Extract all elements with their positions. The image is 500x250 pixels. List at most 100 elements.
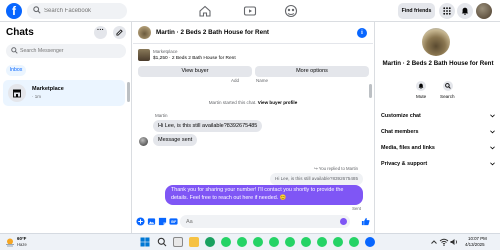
- svg-text:GIF: GIF: [171, 220, 176, 224]
- task-view-icon[interactable]: [173, 237, 183, 247]
- video-icon[interactable]: [243, 4, 257, 18]
- chevron-down-icon: [490, 162, 495, 166]
- mute-label: Mute: [416, 94, 427, 99]
- row-label: Customize chat: [381, 113, 421, 119]
- row-label: Chat members: [381, 129, 419, 135]
- search-label: Search: [440, 94, 455, 99]
- bell-icon: [461, 7, 469, 15]
- emoji-icon[interactable]: [340, 218, 347, 225]
- home-icon[interactable]: [198, 4, 212, 18]
- chevron-down-icon: [490, 146, 495, 150]
- taskbar-search-icon[interactable]: [157, 237, 167, 247]
- reply-indicator-text: You replied to Martin: [318, 166, 358, 171]
- chat-list-item[interactable]: Marketplace · 1m: [3, 80, 125, 106]
- whatsapp-icon[interactable]: [285, 237, 295, 247]
- view-buyer-profile-link[interactable]: View buyer profile: [258, 100, 297, 105]
- system-message-text: Martin started this chat.: [208, 100, 257, 105]
- volume-icon[interactable]: [449, 237, 459, 247]
- gif-icon[interactable]: GIF: [169, 217, 178, 226]
- conversation-avatar[interactable]: [138, 26, 151, 39]
- facebook-taskbar-icon[interactable]: [365, 237, 375, 247]
- menu-button[interactable]: [439, 3, 455, 19]
- weather-condition[interactable]: Haze: [17, 242, 27, 247]
- chat-members-row[interactable]: Chat members: [381, 126, 497, 138]
- chats-more-button[interactable]: ···: [94, 26, 107, 39]
- info-panel-title: Martin · 2 Beds 2 Bath House for Rent: [382, 60, 494, 67]
- mute-button[interactable]: [416, 81, 426, 91]
- chat-info-panel: Martin · 2 Beds 2 Bath House for Rent Mu…: [374, 22, 500, 233]
- grid-menu-icon: [443, 7, 451, 15]
- messenger-search-input[interactable]: [20, 45, 120, 57]
- search-in-chat-button[interactable]: [443, 81, 453, 91]
- view-buyer-button[interactable]: View buyer: [138, 66, 252, 77]
- partially-hidden-labels: Add Name: [133, 78, 373, 86]
- whatsapp-icon[interactable]: [317, 237, 327, 247]
- listing-thumbnail[interactable]: [138, 49, 150, 61]
- incoming-message[interactable]: Message sent: [153, 134, 198, 146]
- messenger-search[interactable]: [6, 44, 126, 58]
- conversation-panel: Martin · 2 Beds 2 Bath House for Rent i …: [133, 22, 373, 233]
- chat-item-time: · 1m: [32, 94, 41, 99]
- marketplace-avatar: [8, 84, 26, 102]
- listing-source: Marketplace: [153, 49, 178, 54]
- wifi-icon[interactable]: [439, 237, 449, 247]
- marketplace-shop-icon: [13, 89, 21, 98]
- info-icon[interactable]: i: [357, 28, 367, 38]
- name-label: Name: [256, 78, 269, 83]
- new-message-button[interactable]: [113, 26, 126, 39]
- whatsapp-icon[interactable]: [253, 237, 263, 247]
- windows-start-icon[interactable]: [140, 237, 150, 247]
- facebook-search-input[interactable]: [44, 4, 124, 18]
- conversation-title[interactable]: Martin · 2 Beds 2 Bath House for Rent: [156, 29, 269, 36]
- notifications-button[interactable]: [457, 3, 473, 19]
- clock-time[interactable]: 10:07 PM: [468, 236, 487, 241]
- facebook-logo[interactable]: f: [6, 3, 22, 19]
- sticker-icon[interactable]: [158, 217, 167, 226]
- listing-description[interactable]: $1,250 · 2 Beds 2 Bath House for Rent: [153, 56, 236, 61]
- whatsapp-icon[interactable]: [237, 237, 247, 247]
- thumbs-up-icon[interactable]: [361, 217, 370, 226]
- plus-circle-icon[interactable]: [136, 217, 145, 226]
- whatsapp-icon[interactable]: [221, 237, 231, 247]
- whatsapp-icon[interactable]: [333, 237, 343, 247]
- find-friends-button[interactable]: Find friends: [398, 3, 435, 19]
- chevron-up-icon[interactable]: [429, 237, 439, 247]
- compose-icon: [116, 29, 123, 36]
- sender-avatar[interactable]: [139, 137, 148, 146]
- quoted-message[interactable]: Hi Lee, is this still available?83926754…: [270, 173, 363, 185]
- thread-scrollbar[interactable]: [369, 84, 372, 98]
- chevron-down-icon: [490, 114, 495, 118]
- media-files-links-row[interactable]: Media, files and links: [381, 142, 497, 154]
- whatsapp-icon[interactable]: [269, 237, 279, 247]
- groups-icon[interactable]: [284, 4, 298, 18]
- more-options-button[interactable]: More options: [255, 66, 369, 77]
- listing-photo[interactable]: [422, 28, 450, 56]
- inbox-filter-tab[interactable]: Inbox: [6, 65, 26, 76]
- facebook-search[interactable]: [27, 3, 127, 19]
- weather-temperature[interactable]: 60°F: [17, 236, 26, 241]
- weather-haze-icon[interactable]: [5, 237, 15, 247]
- reply-arrow-icon: ↪: [314, 166, 318, 171]
- chevron-down-icon: [490, 130, 495, 134]
- whatsapp-icon[interactable]: [301, 237, 311, 247]
- message-input[interactable]: [180, 215, 350, 228]
- sidebar-scrollbar[interactable]: [127, 82, 130, 102]
- outgoing-message[interactable]: Thank you for sharing your number! I'll …: [165, 185, 363, 205]
- incoming-message[interactable]: Hi Lee, is this still available?83926754…: [153, 120, 263, 132]
- chrome-icon[interactable]: [205, 237, 215, 247]
- customize-chat-row[interactable]: Customize chat: [381, 110, 497, 122]
- search-icon: [445, 83, 451, 89]
- profile-avatar[interactable]: [476, 3, 492, 19]
- file-explorer-icon[interactable]: [189, 237, 199, 247]
- whatsapp-icon[interactable]: [349, 237, 359, 247]
- reply-indicator: ↪ You replied to Martin: [314, 166, 358, 172]
- clock-date[interactable]: 4/13/2025: [465, 242, 485, 247]
- system-message: Martin started this chat. View buyer pro…: [133, 100, 373, 105]
- search-icon: [33, 6, 41, 14]
- chats-sidebar: Chats ··· Inbox Marketplace · 1m: [0, 22, 132, 233]
- image-icon[interactable]: [147, 217, 156, 226]
- message-composer: GIF: [133, 213, 373, 233]
- bell-icon: [418, 83, 424, 89]
- sender-name: Martin: [155, 113, 168, 118]
- privacy-support-row[interactable]: Privacy & support: [381, 158, 497, 170]
